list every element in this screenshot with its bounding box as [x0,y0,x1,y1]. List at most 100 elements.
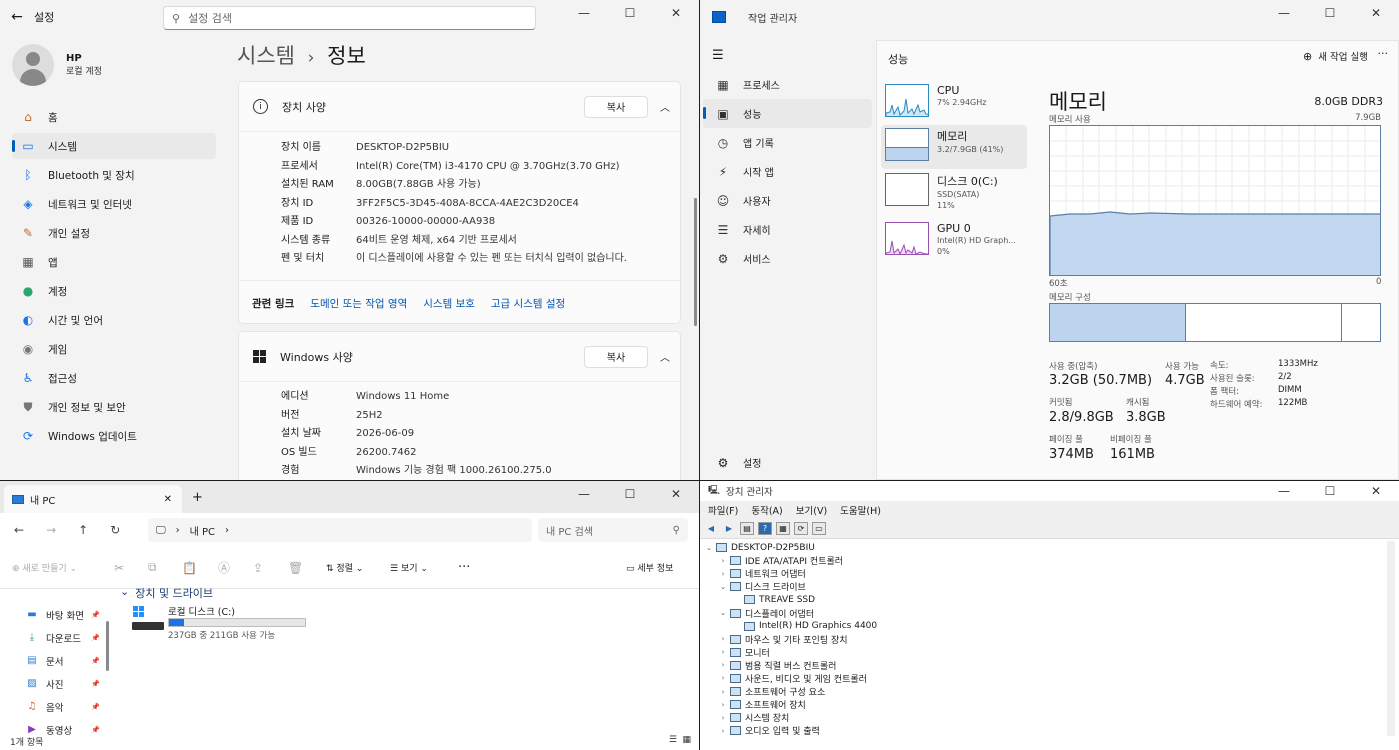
sidebar-item-system[interactable]: ▭ 시스템 [12,133,216,159]
sidebar-item-shield[interactable]: ⛊ 개인 정보 및 보안 [12,394,216,420]
sidebar-item-wifi[interactable]: ◈ 네트워크 및 인터넷 [12,191,216,217]
expand-toggle-icon[interactable]: ⌄ [718,609,728,617]
copy-device-specs-button[interactable]: 복사 [584,95,648,118]
address-bar[interactable]: 🖵 › 내 PC › [148,518,532,542]
perf-item-memory[interactable]: 메모리 3.2/7.9GB (41%) [881,125,1027,169]
expand-toggle-icon[interactable]: ⌄ [704,544,714,552]
menu-item[interactable]: 동작(A) [751,503,782,517]
sidebar-item-globe[interactable]: ◐ 시간 및 언어 [12,307,216,333]
quick-access-download[interactable]: ⤓ 다운로드 📌 [0,626,104,649]
tree-node[interactable]: › 사운드, 비디오 및 게임 컨트롤러 [704,672,1384,685]
pin-icon[interactable]: 📌 [91,703,100,711]
maximize-button[interactable]: ☐ [1307,481,1353,501]
menu-item[interactable]: 도움말(H) [840,503,881,517]
properties-icon[interactable]: ▤ [740,522,754,535]
rename-icon[interactable]: Ⓐ [218,559,230,576]
maximize-button[interactable]: ☐ [1307,0,1353,26]
nav-item-performance[interactable]: ▣ 성능 [703,99,872,128]
back-arrow-icon[interactable]: ← [0,9,34,25]
new-button[interactable]: ⊕ 새로 만들기 ⌄ [12,561,77,574]
nav-item-details[interactable]: ☰ 자세히 [703,215,872,244]
tree-node[interactable]: ⌄ 디스크 드라이브 [704,580,1384,593]
maximize-button[interactable]: ☐ [607,481,653,507]
tree-node[interactable]: ⌄ 디스플레이 어댑터 [704,606,1384,620]
monitor-icon[interactable]: ▭ [812,522,826,535]
perf-item-gpu[interactable]: GPU 0 Intel(R) HD Graph... 0% [881,219,1027,263]
hamburger-menu-icon[interactable]: ☰ [712,48,724,63]
explorer-search-input[interactable]: 내 PC 검색 ⚲ [538,518,688,542]
chevron-up-icon[interactable]: ︿ [660,99,670,114]
close-button[interactable]: ✕ [1353,0,1399,26]
sidebar-item-home[interactable]: ⌂ 홈 [12,104,216,130]
sort-button[interactable]: ⇅ 정렬 ⌄ [326,561,363,574]
link-system-protection[interactable]: 시스템 보호 [423,296,475,311]
pin-icon[interactable]: 📌 [91,680,100,688]
expand-toggle-icon[interactable]: › [718,688,728,696]
breadcrumb-parent[interactable]: 시스템 [237,44,295,68]
up-arrow-icon[interactable]: ↑ [78,523,88,537]
tree-node[interactable]: ⌄ DESKTOP-D2P5BIU [704,541,1384,554]
tree-node[interactable]: Intel(R) HD Graphics 4400 [704,620,1384,633]
refresh-icon[interactable]: ↻ [110,523,120,537]
view-button[interactable]: ☰ 보기 ⌄ [390,561,428,574]
more-options-button[interactable]: ··· [458,560,470,575]
expand-toggle-icon[interactable]: › [718,557,728,565]
close-button[interactable]: ✕ [653,481,699,507]
nav-item-users[interactable]: ☺ 사용자 [703,186,872,215]
tree-node[interactable]: › 소프트웨어 장치 [704,698,1384,711]
tree-node[interactable]: › 소프트웨어 구성 요소 [704,685,1384,698]
expand-toggle-icon[interactable]: › [718,635,728,643]
expand-toggle-icon[interactable]: › [718,674,728,682]
section-header[interactable]: ⌄ 장치 및 드라이브 [120,585,213,601]
quick-access-music[interactable]: ♫ 음악 📌 [0,695,104,718]
scan-hardware-icon[interactable]: ⟳ [794,522,808,535]
pin-icon[interactable]: 📌 [91,657,100,665]
sidebar-item-accessibility[interactable]: ♿ 접근성 [12,365,216,391]
maximize-button[interactable]: ☐ [607,0,653,26]
expand-toggle-icon[interactable]: › [718,701,728,709]
nav-item-startup[interactable]: ⚡ 시작 앱 [703,157,872,186]
tree-node[interactable]: TREAVE SSD [704,593,1384,606]
drive-c-item[interactable]: 로컬 디스크 (C:) 237GB 중 211GB 사용 가능 [130,604,310,641]
back-arrow-icon[interactable]: ← [14,523,24,537]
tree-node[interactable]: › 범용 직렬 버스 컨트롤러 [704,659,1384,672]
nav-item-services[interactable]: ⚙ 서비스 [703,244,872,273]
tile-view-icon[interactable]: ▦ [682,735,691,745]
pin-icon[interactable]: 📌 [91,611,100,619]
nav-item-processes[interactable]: ▦ 프로세스 [703,70,872,99]
delete-icon[interactable]: 🗑 [288,561,303,575]
expand-toggle-icon[interactable]: › [718,714,728,722]
help-icon[interactable]: ? [758,522,772,535]
taskmgr-settings[interactable]: ⚙ 설정 [703,448,873,477]
perf-item-disk[interactable]: 디스크 0(C:) SSD(SATA) 11% [881,170,1027,214]
share-icon[interactable]: ⇪ [253,561,263,575]
copy-windows-specs-button[interactable]: 복사 [584,345,648,368]
tab-this-pc[interactable]: 내 PC ✕ [4,485,182,513]
pin-icon[interactable]: 📌 [91,634,100,642]
back-arrow-icon[interactable]: ◀ [704,522,718,535]
forward-arrow-icon[interactable]: ▶ [722,522,736,535]
sidebar-item-gamepad[interactable]: ◉ 게임 [12,336,216,362]
nav-pane-scrollbar[interactable] [106,621,109,671]
expand-toggle-icon[interactable]: › [718,648,728,656]
quick-access-desktop[interactable]: ▬ 바탕 화면 📌 [0,603,104,626]
new-tab-button[interactable]: + [192,490,203,505]
close-button[interactable]: ✕ [1353,481,1399,501]
link-advanced-settings[interactable]: 고급 시스템 설정 [491,296,565,311]
minimize-button[interactable]: — [561,0,607,26]
quick-access-pictures[interactable]: ▨ 사진 📌 [0,672,104,695]
tree-node[interactable]: › 네트워크 어댑터 [704,567,1384,580]
settings-search-input[interactable]: ⚲ 설정 검색 [163,6,536,30]
sidebar-item-update[interactable]: ⟳ Windows 업데이트 [12,423,216,449]
copy-icon[interactable]: ⧉ [148,560,157,575]
expand-toggle-icon[interactable]: › [718,661,728,669]
tree-node[interactable]: › IDE ATA/ATAPI 컨트롤러 [704,554,1384,567]
sidebar-item-apps[interactable]: ▦ 앱 [12,249,216,275]
menu-item[interactable]: 보기(V) [796,503,827,517]
chevron-up-icon[interactable]: ︿ [660,349,670,364]
sidebar-item-brush[interactable]: ✎ 개인 설정 [12,220,216,246]
minimize-button[interactable]: — [1261,0,1307,26]
tree-node[interactable]: › 모니터 [704,646,1384,659]
minimize-button[interactable]: — [561,481,607,507]
user-profile[interactable]: HP 로컬 계정 [12,44,102,86]
